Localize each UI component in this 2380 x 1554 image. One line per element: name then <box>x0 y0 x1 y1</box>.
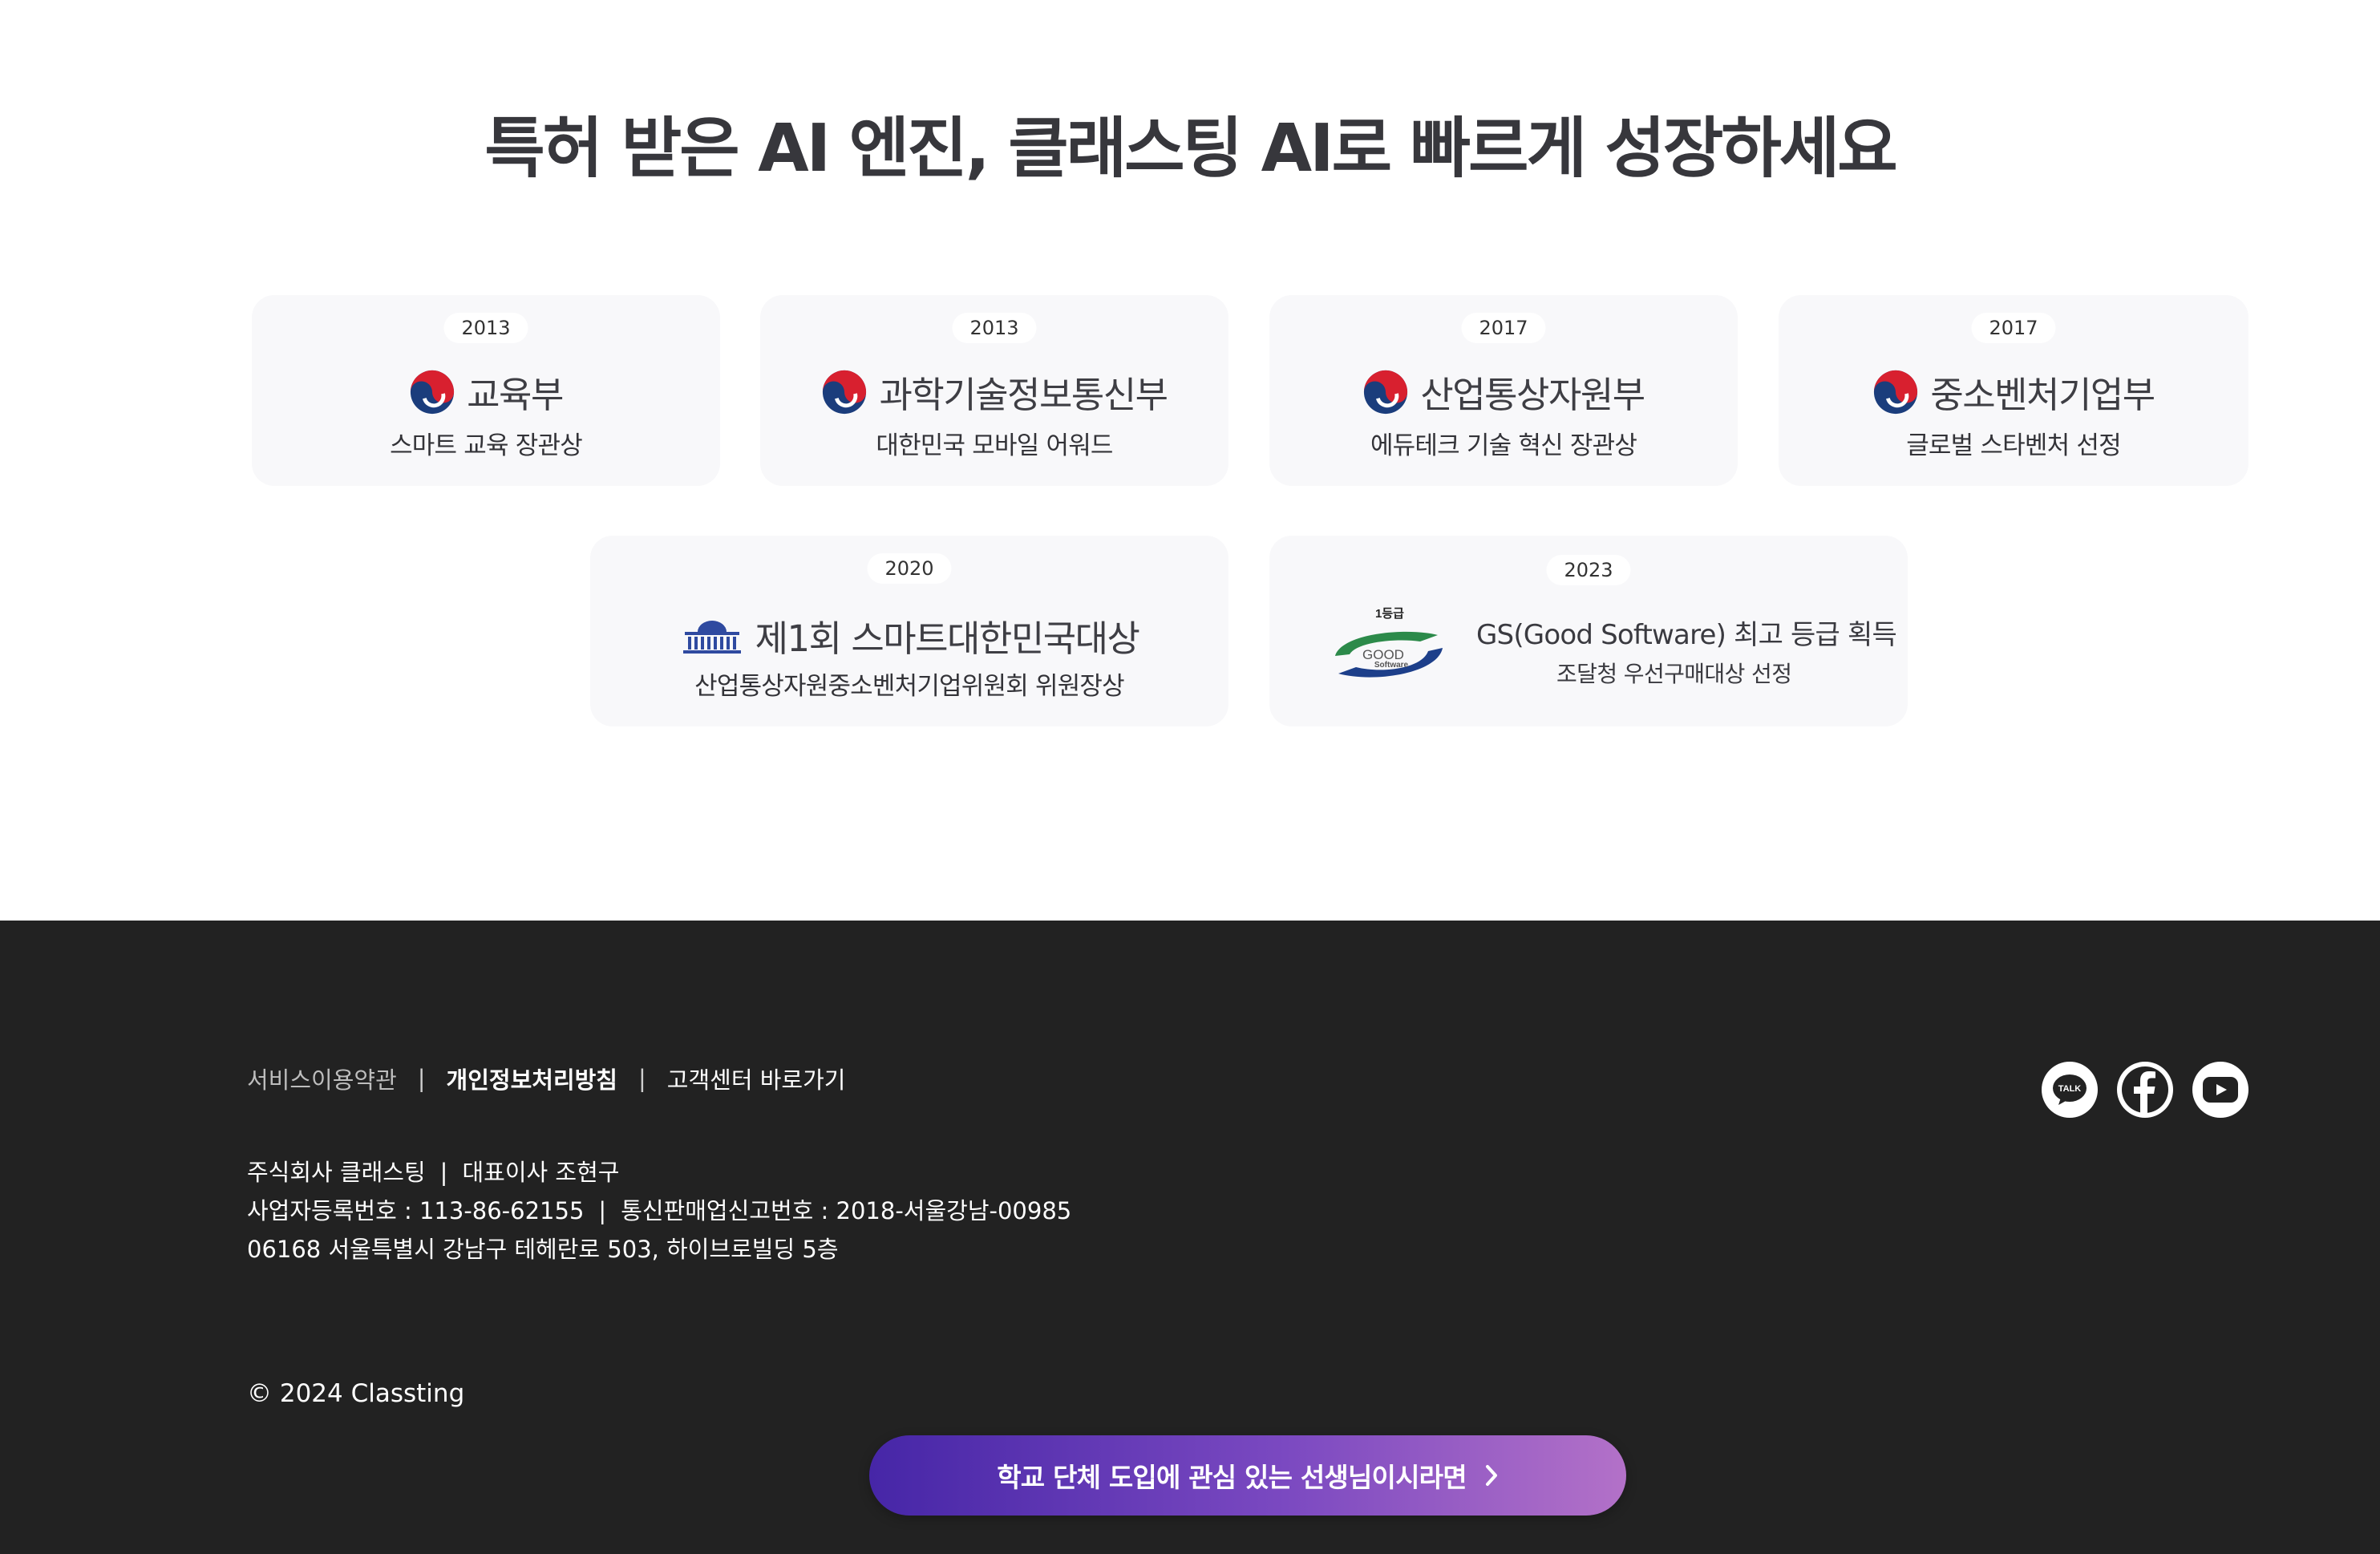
award-title: 글로벌 스타벤처 선정 <box>1906 431 2121 460</box>
award-card-moe: 2013 교육부 스마트 교육 장관상 <box>252 295 720 486</box>
kakao-talk-label: TALK <box>2058 1084 2082 1094</box>
footer-links: 서비스이용약관 | 개인정보처리방침 | 고객센터 바로가기 <box>247 1062 845 1095</box>
youtube-icon[interactable] <box>2192 1062 2248 1118</box>
award-title: 에듀테크 기술 혁신 장관상 <box>1370 431 1637 460</box>
award-title: 대한민국 모바일 어워드 <box>876 431 1113 460</box>
copyright-text: © 2024 Classting <box>247 1379 465 1408</box>
award-org-name: 교육부 <box>467 374 564 416</box>
school-inquiry-button[interactable]: 학교 단체 도입에 관심 있는 선생님이시라면 <box>869 1435 1626 1516</box>
award-org-name: 과학기술정보통신부 <box>879 374 1168 416</box>
korea-government-emblem-icon <box>1874 370 1918 414</box>
section-headline: 특허 받은 AI 엔진, 클래스팅 AI로 빠르게 성장하세요 <box>484 111 1897 187</box>
facebook-icon[interactable] <box>2117 1062 2173 1118</box>
award-year: 2013 <box>952 313 1037 343</box>
award-org-name: GS(Good Software) 최고 등급 획득 <box>1476 619 1897 651</box>
privacy-policy-link[interactable]: 개인정보처리방침 <box>447 1062 617 1095</box>
info-separator: | <box>598 1197 607 1224</box>
award-title: 산업통상자원중소벤처기업위원회 위원장상 <box>694 672 1125 701</box>
award-org: 산업통상자원부 <box>1269 366 1738 418</box>
award-title: 조달청 우선구매대상 선정 <box>1556 661 1792 687</box>
award-org: 과학기술정보통신부 <box>760 366 1228 418</box>
award-year: 2023 <box>1546 555 1631 585</box>
national-assembly-icon <box>682 620 741 654</box>
award-title: 스마트 교육 장관상 <box>390 431 583 460</box>
cta-label: 학교 단체 도입에 관심 있는 선생님이시라면 <box>997 1462 1467 1493</box>
business-number: 사업자등록번호 : 113-86-62155 <box>247 1197 585 1224</box>
korea-government-emblem-icon <box>411 370 455 414</box>
award-year: 2017 <box>1971 313 2056 343</box>
link-separator: | <box>638 1065 646 1092</box>
company-info: 주식회사 클래스팅 | 대표이사 조현구 사업자등록번호 : 113-86-6215… <box>247 1153 1071 1269</box>
award-card-gs: 2023 1등급 GOOD Software GS(Good Software)… <box>1269 536 1908 726</box>
good-software-logo: 1등급 GOOD Software <box>1335 607 1443 678</box>
award-org-name: 중소벤처기업부 <box>1930 374 2155 416</box>
ceo-name: 대표이사 조현구 <box>462 1159 620 1186</box>
korea-government-emblem-icon <box>1364 370 1408 414</box>
korea-government-emblem-icon <box>823 370 867 414</box>
company-name: 주식회사 클래스팅 <box>247 1159 426 1186</box>
award-card-mss: 2017 중소벤처기업부 글로벌 스타벤처 선정 <box>1779 295 2248 486</box>
award-card-assembly: 2020 제1회 스마트대한민국대상 산업통상자원중소벤처기업위원회 위원장상 <box>590 536 1228 726</box>
terms-link[interactable]: 서비스이용약관 <box>247 1062 397 1095</box>
award-org-name: 제1회 스마트대한민국대상 <box>755 617 1140 660</box>
kakaotalk-icon[interactable]: TALK <box>2042 1062 2098 1118</box>
link-separator: | <box>417 1065 426 1092</box>
award-org: 중소벤처기업부 <box>1779 366 2248 418</box>
award-year: 2013 <box>443 313 528 343</box>
gs-logo-software: Software <box>1374 661 1409 670</box>
award-year: 2017 <box>1461 313 1546 343</box>
award-org: 교육부 <box>252 366 720 418</box>
ecommerce-number: 통신판매업신고번호 : 2018-서울강남-00985 <box>621 1197 1072 1224</box>
award-card-msit: 2013 과학기술정보통신부 대한민국 모바일 어워드 <box>760 295 1228 486</box>
gs-logo-grade: 1등급 <box>1375 607 1404 621</box>
help-center-link[interactable]: 고객센터 바로가기 <box>667 1062 846 1095</box>
award-year: 2020 <box>867 553 952 584</box>
registration-line: 사업자등록번호 : 113-86-62155 | 통신판매업신고번호 : 2018-… <box>247 1192 1071 1230</box>
award-org-name: 산업통상자원부 <box>1420 374 1645 416</box>
company-line: 주식회사 클래스팅 | 대표이사 조현구 <box>247 1153 1071 1192</box>
chevron-right-icon <box>1485 1465 1497 1486</box>
award-org: 제1회 스마트대한민국대상 <box>590 609 1228 662</box>
info-separator: | <box>439 1159 448 1186</box>
award-card-motie: 2017 산업통상자원부 에듀테크 기술 혁신 장관상 <box>1269 295 1738 486</box>
company-address: 06168 서울특별시 강남구 테헤란로 503, 하이브로빌딩 5층 <box>247 1236 839 1263</box>
